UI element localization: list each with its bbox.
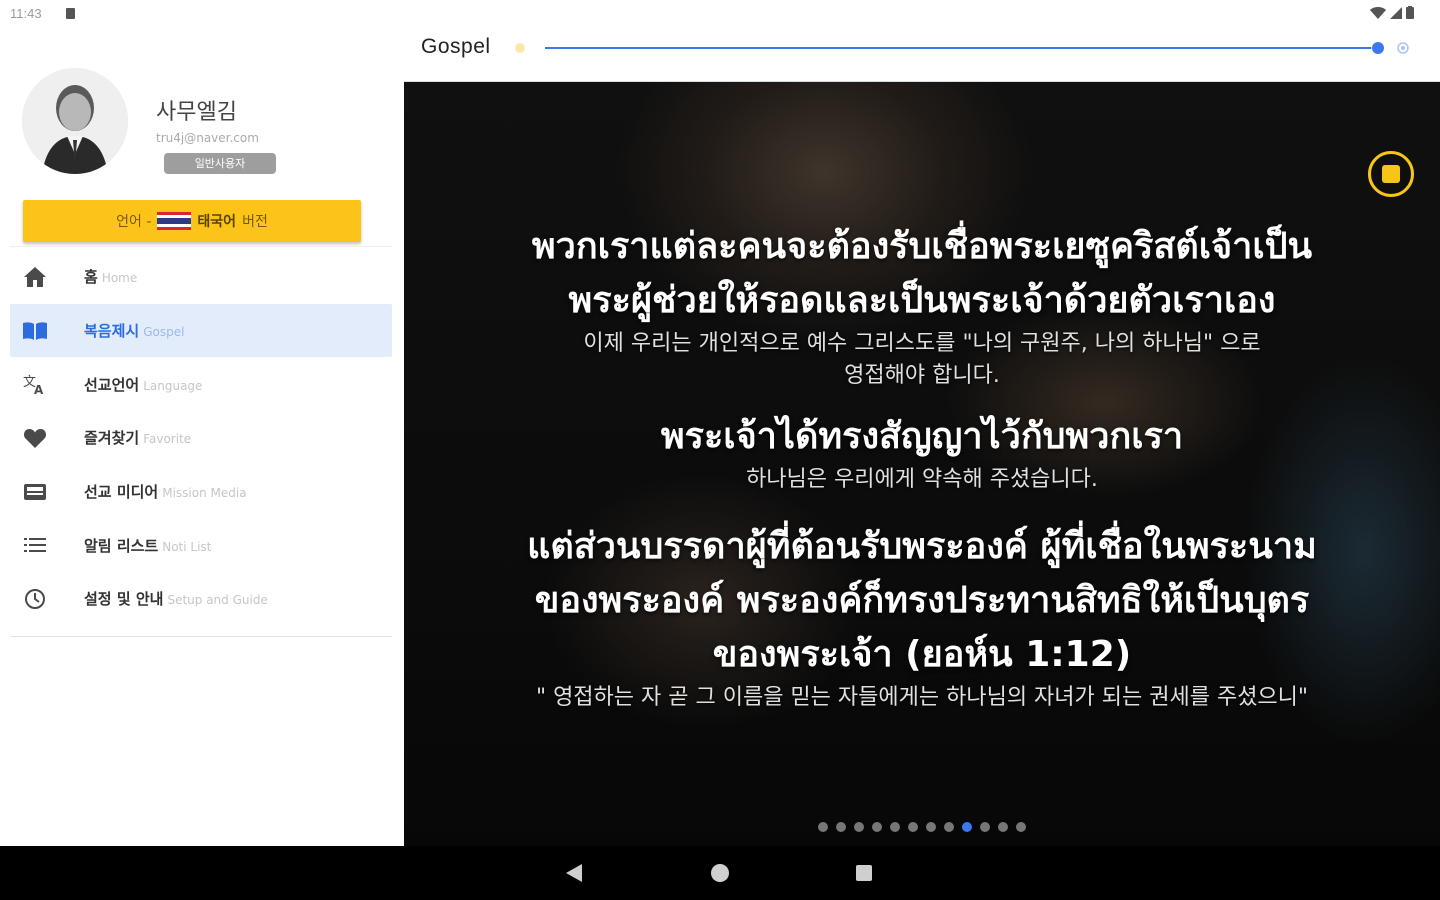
slide-block-3: แต่ส่วนบรรดาผู้ที่ต้อนรับพระองค์ ผู้ที่เ… xyxy=(404,520,1440,714)
home-circle-icon[interactable] xyxy=(711,864,729,882)
thai-line: ของพระเจ้า (ยอห์น 1:12) xyxy=(712,634,1132,675)
sidebar-item-label: 선교언어 Language xyxy=(84,375,203,394)
sidebar-item-gospel[interactable]: 복음제시 Gospel xyxy=(10,303,392,358)
sidebar-item-label: 설정 및 안내 Setup and Guide xyxy=(84,590,268,609)
sidebar-item-setup[interactable]: 설정 및 안내 Setup and Guide xyxy=(10,572,392,626)
media-icon xyxy=(22,479,48,505)
wifi-icon xyxy=(1370,6,1386,19)
sidebar-item-mission-media[interactable]: 선교 미디어 Mission Media xyxy=(10,465,392,519)
progress-thumb[interactable] xyxy=(1372,42,1384,54)
korean-line: " 영접하는 자 곧 그 이름을 믿는 자들에게는 하나님의 자녀가 되는 권세… xyxy=(535,685,1309,710)
stop-audio-button[interactable] xyxy=(1368,151,1414,197)
svg-text:A: A xyxy=(34,383,44,395)
stop-icon xyxy=(1382,165,1400,183)
system-status-icons xyxy=(1370,6,1414,19)
page-dot[interactable] xyxy=(836,822,846,832)
thai-line: พวกเราแต่ละคนจะต้องรับเชื่อพระเยซูคริสต์… xyxy=(531,226,1313,267)
thai-line: พระผู้ช่วยให้รอดและเป็นพระเจ้าด้วยตัวเรา… xyxy=(568,280,1276,321)
heart-icon xyxy=(22,425,48,451)
avatar[interactable] xyxy=(22,68,128,174)
page-dot[interactable] xyxy=(962,822,972,832)
settings-icon xyxy=(22,586,48,612)
language-suffix: 버전 xyxy=(242,214,268,230)
page-dot[interactable] xyxy=(1016,822,1026,832)
status-time: 11:43 xyxy=(10,6,42,21)
language-name: 태국어 xyxy=(197,214,237,230)
notification-icon xyxy=(66,8,75,19)
speaker-icon[interactable] xyxy=(1396,41,1410,55)
page-dot[interactable] xyxy=(998,822,1008,832)
back-icon[interactable] xyxy=(566,864,582,882)
page-dot[interactable] xyxy=(926,822,936,832)
language-prefix: 언어 - xyxy=(116,214,152,230)
home-icon xyxy=(22,264,48,290)
thai-line: พระเจ้าได้ทรงสัญญาไว้กับพวกเรา xyxy=(660,416,1184,457)
korean-line: 이제 우리는 개인적으로 예수 그리스도를 "나의 구원주, 나의 하나님" 으… xyxy=(583,331,1261,356)
profile-name: 사무엘김 xyxy=(156,100,237,125)
navigation-drawer: 11:43 사무엘김 tru4j@naver.com 일반사용자 언어 - 태국… xyxy=(0,0,404,846)
korean-line: 영접해야 합니다. xyxy=(844,363,1000,388)
recents-icon[interactable] xyxy=(856,865,872,881)
page-dot[interactable] xyxy=(818,822,828,832)
divider xyxy=(10,636,392,637)
list-icon xyxy=(22,532,48,558)
language-version-button[interactable]: 언어 - 태국어 버전 xyxy=(23,200,361,242)
gospel-presentation: Gospel พวกเราแต่ละคนจะต้องรับเชื่อพระเยซ… xyxy=(404,0,1440,846)
thai-line: แต่ส่วนบรรดาผู้ที่ต้อนรับพระองค์ ผู้ที่เ… xyxy=(527,526,1317,567)
sidebar-item-label: 알림 리스트 Noti List xyxy=(84,536,212,555)
sidebar-item-label: 선교 미디어 Mission Media xyxy=(84,483,247,502)
progress-fill xyxy=(545,47,1371,49)
system-navigation-bar xyxy=(0,846,1440,900)
page-indicator xyxy=(818,822,1026,832)
battery-icon xyxy=(1406,6,1414,19)
progress-start-icon xyxy=(515,43,525,53)
translate-icon: 文A xyxy=(22,371,48,397)
korean-line: 하나님은 우리에게 약속해 주셨습니다. xyxy=(746,467,1098,492)
thailand-flag-icon xyxy=(157,212,192,230)
sidebar-item-favorite[interactable]: 즐겨찾기 Favorite xyxy=(10,411,392,465)
slide-block-2: พระเจ้าได้ทรงสัญญาไว้กับพวกเรา 하나님은 우리에게… xyxy=(404,410,1440,496)
page-dot[interactable] xyxy=(908,822,918,832)
sidebar-item-noti-list[interactable]: 알림 리스트 Noti List xyxy=(10,518,392,572)
page-dot[interactable] xyxy=(980,822,990,832)
signal-icon xyxy=(1390,6,1402,19)
sidebar-item-label: 홈 Home xyxy=(84,268,138,287)
page-title: Gospel xyxy=(421,35,491,58)
sidebar-item-label: 즐겨찾기 Favorite xyxy=(84,429,192,448)
app-bar: Gospel xyxy=(404,0,1440,82)
thai-line: ของพระองค์ พระองค์ก็ทรงประทานสิทธิให้เป็… xyxy=(534,580,1310,621)
page-dot[interactable] xyxy=(872,822,882,832)
page-dot[interactable] xyxy=(854,822,864,832)
sidebar-item-home[interactable]: 홈 Home xyxy=(10,250,392,304)
page-dot[interactable] xyxy=(890,822,900,832)
status-badge: 일반사용자 xyxy=(164,153,276,174)
book-icon xyxy=(22,318,48,344)
slide-block-1: พวกเราแต่ละคนจะต้องรับเชื่อพระเยซูคริสต์… xyxy=(404,220,1440,392)
page-dot[interactable] xyxy=(944,822,954,832)
progress-bar[interactable] xyxy=(545,47,1379,49)
drawer-menu: 홈 Home 복음제시 Gospel 文A 선교언어 Language 즐겨찾기 Fav… xyxy=(10,250,392,626)
divider xyxy=(10,246,392,247)
sidebar-item-language[interactable]: 文A 선교언어 Language xyxy=(10,357,392,411)
profile-email: tru4j@naver.com xyxy=(156,131,259,145)
sidebar-item-label: 복음제시 Gospel xyxy=(84,322,185,341)
